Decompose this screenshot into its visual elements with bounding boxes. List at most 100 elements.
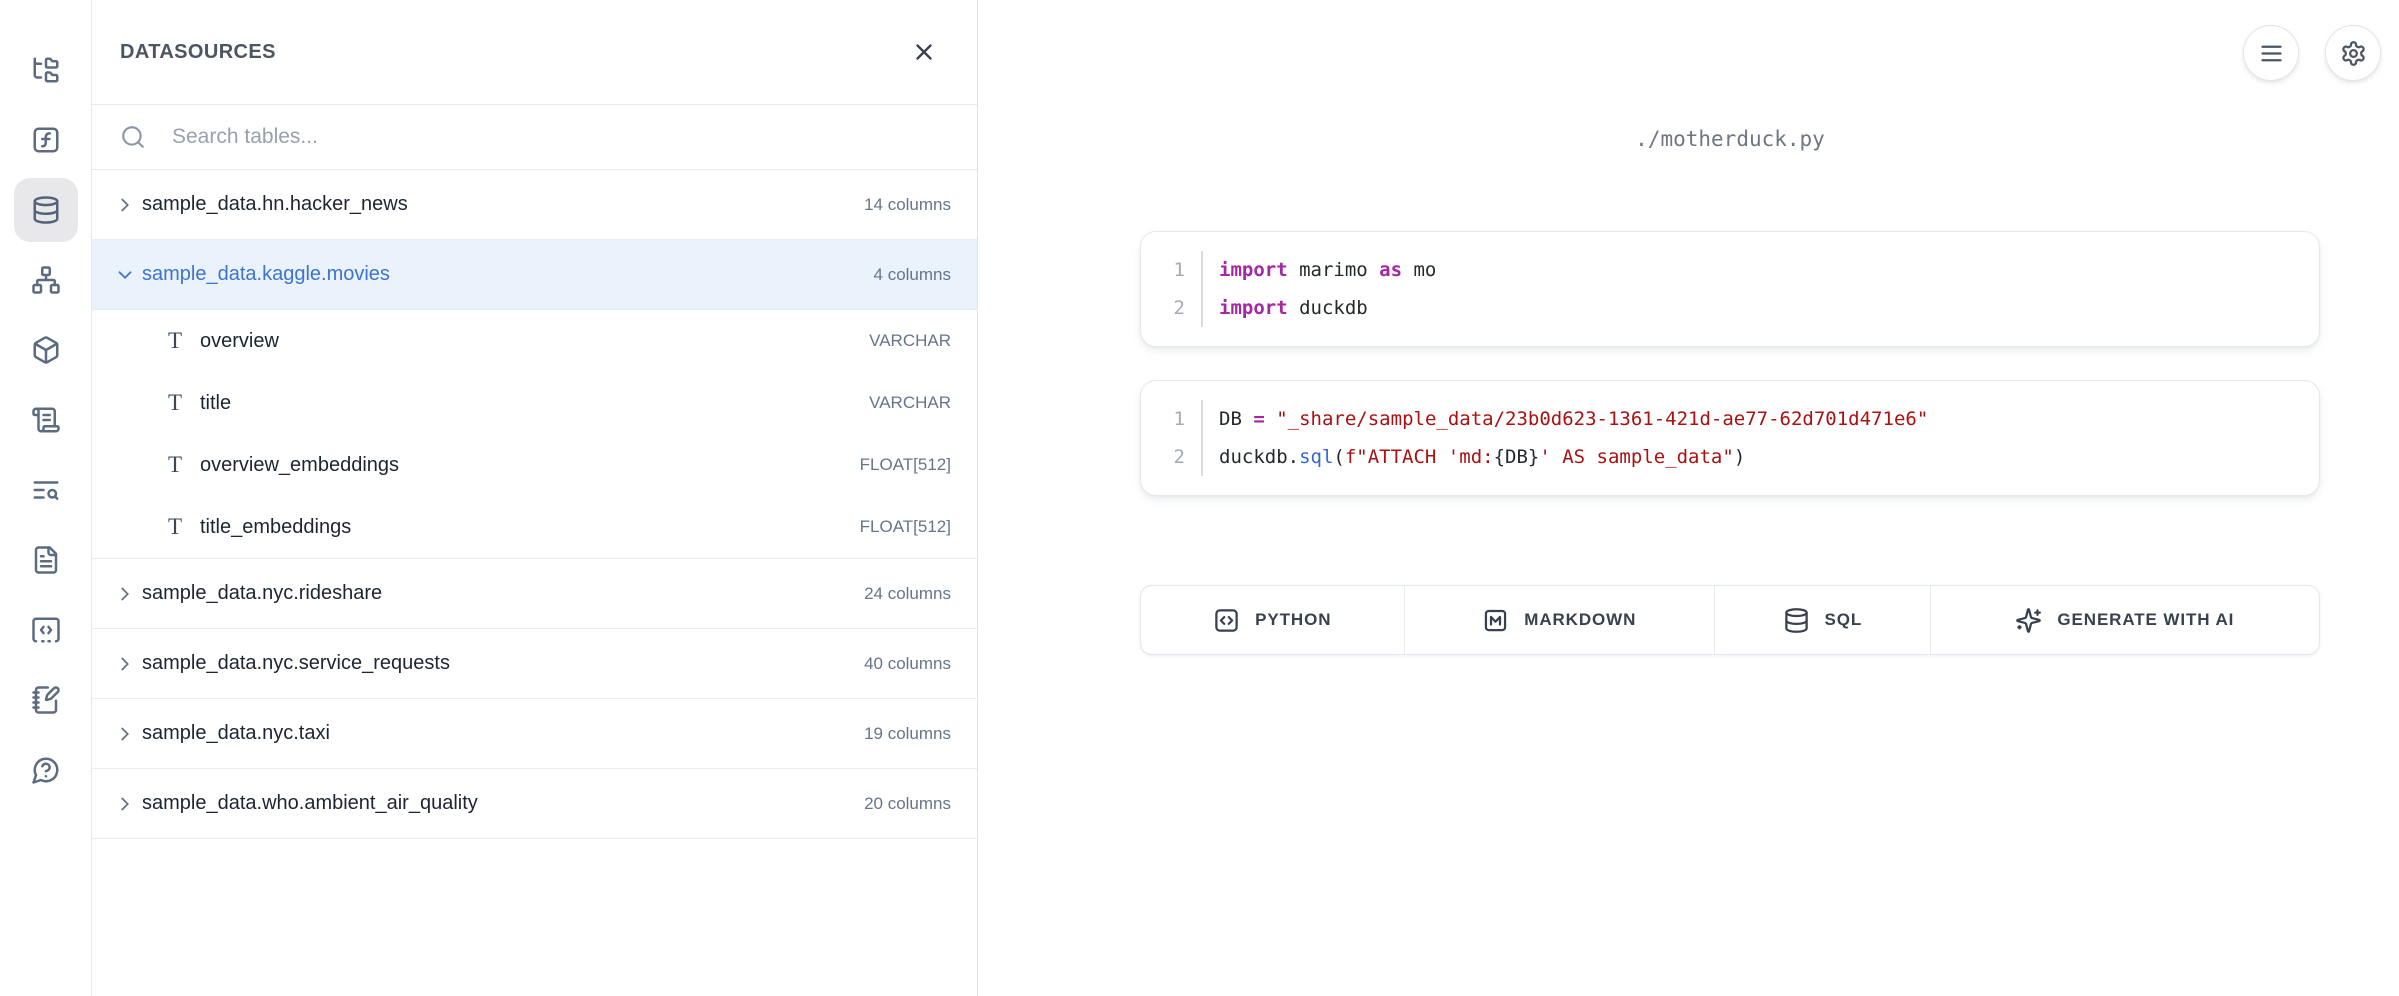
- add-sql-cell-button[interactable]: SQL: [1715, 586, 1931, 654]
- line-numbers: 12: [1141, 251, 1203, 327]
- datasources-panel-header: DATASOURCES: [92, 0, 977, 105]
- text-type-icon: T: [164, 328, 186, 354]
- text-type-icon: T: [164, 514, 186, 540]
- activity-rail: [0, 0, 92, 996]
- table-row[interactable]: sample_data.kaggle.movies4 columns: [92, 240, 977, 310]
- code-cell-2[interactable]: 12DB = "_share/sample_data/23b0d623-1361…: [1140, 380, 2320, 496]
- table-row[interactable]: sample_data.nyc.rideshare 24 columns: [92, 559, 977, 629]
- column-name: title_embeddings: [200, 516, 351, 539]
- folder-tree-icon: [31, 55, 61, 85]
- table-row[interactable]: sample_data.nyc.service_requests 40 colum…: [92, 629, 977, 699]
- search-tables-input[interactable]: [170, 124, 949, 150]
- column-row[interactable]: Toverview_embeddings FLOAT[512]: [92, 434, 977, 496]
- chevron-right-icon: [114, 793, 136, 815]
- column-count: 19 columns: [864, 724, 951, 744]
- rail-item-variables[interactable]: [14, 108, 78, 172]
- add-python-cell-button[interactable]: PYTHON: [1141, 586, 1405, 654]
- text-search-icon: [31, 475, 61, 505]
- menu-icon: [2258, 40, 2285, 67]
- notebook-area: ./motherduck.py 12import marimo as moimp…: [978, 0, 2399, 996]
- table-row[interactable]: sample_data.hn.hacker_news 14 columns: [92, 170, 977, 240]
- database-icon: [31, 195, 61, 225]
- code-cell-1[interactable]: 12import marimo as moimport duckdb: [1140, 231, 2320, 347]
- table-name: sample_data.nyc.rideshare: [142, 582, 382, 605]
- square-code-icon: [1213, 607, 1240, 634]
- rail-item-help[interactable]: [14, 738, 78, 802]
- column-count: 24 columns: [864, 584, 951, 604]
- menu-button[interactable]: [2243, 25, 2299, 81]
- table-name: sample_data.nyc.taxi: [142, 722, 330, 745]
- table-name: sample_data.nyc.service_requests: [142, 652, 450, 675]
- column-type: VARCHAR: [869, 393, 951, 413]
- line-numbers: 12: [1141, 400, 1203, 476]
- add-cell-button-bar: PYTHON MARKDOWN SQL GENERATE WITH AI: [1140, 585, 2320, 655]
- message-question-icon: [31, 755, 61, 785]
- column-row[interactable]: Ttitle_embeddings FLOAT[512]: [92, 496, 977, 558]
- notebook-filename[interactable]: ./motherduck.py: [1140, 127, 2320, 151]
- column-row[interactable]: Ttitle VARCHAR: [92, 372, 977, 434]
- rail-item-packages[interactable]: [14, 318, 78, 382]
- column-name: title: [200, 392, 231, 415]
- function-square-icon: [31, 125, 61, 155]
- settings-button[interactable]: [2325, 25, 2381, 81]
- code-editor-content: import marimo as moimport duckdb: [1203, 251, 1436, 327]
- notebook-document: ./motherduck.py 12import marimo as moimp…: [1140, 127, 2320, 655]
- column-count: 4 columns: [874, 265, 951, 285]
- file-text-icon: [31, 545, 61, 575]
- rail-item-scratchpad[interactable]: [14, 668, 78, 732]
- column-type: FLOAT[512]: [860, 455, 951, 475]
- column-count: 40 columns: [864, 654, 951, 674]
- cells-container: 12import marimo as moimport duckdb12DB =…: [1140, 231, 2320, 496]
- settings-icon: [2340, 40, 2367, 67]
- app-window: DATASOURCES sample_data.hn.hacker_news 14…: [0, 0, 2399, 996]
- chevron-right-icon: [114, 194, 136, 216]
- table-name: sample_data.hn.hacker_news: [142, 193, 408, 216]
- table-row[interactable]: sample_data.who.ambient_air_quality 20 co…: [92, 769, 977, 839]
- rail-item-snippets[interactable]: [14, 598, 78, 662]
- add-button-label: PYTHON: [1255, 610, 1331, 630]
- square-dashed-code-icon: [31, 615, 61, 645]
- square-m-icon: [1482, 607, 1509, 634]
- datasources-panel: DATASOURCES sample_data.hn.hacker_news 14…: [92, 0, 978, 996]
- notebook-pen-icon: [31, 685, 61, 715]
- rail-item-tracing[interactable]: [14, 458, 78, 522]
- add-button-label: MARKDOWN: [1524, 610, 1636, 630]
- add-button-label: GENERATE WITH AI: [2057, 610, 2234, 630]
- notebook-topbar: [2243, 25, 2381, 81]
- chevron-right-icon: [114, 583, 136, 605]
- search-row: [92, 105, 977, 170]
- panel-title: DATASOURCES: [120, 41, 276, 64]
- rail-item-documentation[interactable]: [14, 528, 78, 592]
- chevron-down-icon: [114, 264, 136, 286]
- network-icon: [31, 265, 61, 295]
- rail-item-dependencies[interactable]: [14, 248, 78, 312]
- column-type: VARCHAR: [869, 331, 951, 351]
- close-panel-button[interactable]: [911, 39, 937, 65]
- tables-list: sample_data.hn.hacker_news14 columnssamp…: [92, 170, 977, 996]
- column-count: 14 columns: [864, 195, 951, 215]
- chevron-right-icon: [114, 653, 136, 675]
- code-editor-content: DB = "_share/sample_data/23b0d623-1361-4…: [1203, 400, 1928, 476]
- rail-item-datasources[interactable]: [14, 178, 78, 242]
- generate-with-ai-button[interactable]: GENERATE WITH AI: [1931, 586, 2319, 654]
- database-icon: [1783, 607, 1810, 634]
- text-type-icon: T: [164, 452, 186, 478]
- rail-item-file-explorer[interactable]: [14, 38, 78, 102]
- table-row[interactable]: sample_data.nyc.taxi 19 columns: [92, 699, 977, 769]
- sparkles-icon: [2015, 607, 2042, 634]
- box-icon: [31, 335, 61, 365]
- rail-item-logs[interactable]: [14, 388, 78, 452]
- column-name: overview: [200, 330, 279, 353]
- column-type: FLOAT[512]: [860, 517, 951, 537]
- scroll-text-icon: [31, 405, 61, 435]
- add-button-label: SQL: [1825, 610, 1863, 630]
- chevron-right-icon: [114, 723, 136, 745]
- add-markdown-cell-button[interactable]: MARKDOWN: [1405, 586, 1715, 654]
- table-name: sample_data.who.ambient_air_quality: [142, 792, 478, 815]
- column-count: 20 columns: [864, 794, 951, 814]
- column-row[interactable]: Toverview VARCHAR: [92, 310, 977, 372]
- column-name: overview_embeddings: [200, 454, 399, 477]
- columns-group: Toverview VARCHAR Ttitle VARCHAR Toverview_e…: [92, 310, 977, 559]
- x-icon: [911, 39, 937, 65]
- text-type-icon: T: [164, 390, 186, 416]
